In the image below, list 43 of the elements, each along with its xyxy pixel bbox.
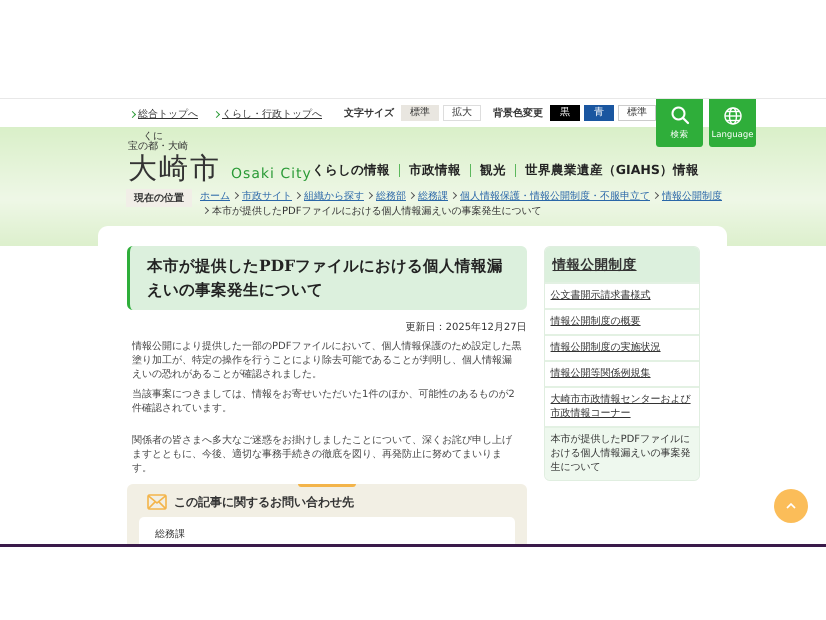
article-paragraph: 関係者の皆さまへ多大なご迷惑をお掛けしましたことについて、深くお詫び申し上げますとともに、今後、適切な事務手続きの徹底を図り、再発防止に努めてまいります。 <box>132 434 513 476</box>
text-size-label: 文字サイズ <box>344 106 394 120</box>
breadcrumb-link[interactable]: 総務課 <box>418 188 448 203</box>
breadcrumb-link[interactable]: 総務部 <box>376 188 406 203</box>
sidebar-title[interactable]: 情報公開制度 <box>544 246 699 282</box>
article-paragraph: 当該事案につきましては、情報をお寄せいただいた1件のほか、可能性のあるものが2件確認されています。 <box>132 388 516 416</box>
site-logo-roman: Osaki City <box>231 166 312 182</box>
article-paragraph: 情報公開により提供した一部のPDFファイルにおいて、個人情報保護のため設定した黒塗り加工が、特定の操作を行うことにより除去可能であることが判明し、個人情報漏えいの恐れがあることが確認されました。 <box>132 340 522 382</box>
sidebar-item[interactable]: 情報公開制度の実施状況 <box>544 334 699 360</box>
updated-date: 更新日：2025年12月27日 <box>404 320 527 334</box>
breadcrumb-link[interactable]: ホーム <box>200 188 230 203</box>
top-link[interactable]: くらし・行政トップへ <box>214 107 322 121</box>
nav-link[interactable]: 世界農業遺産（GIAHS）情報 <box>524 162 699 179</box>
sidebar-item[interactable]: 公文書開示請求書様式 <box>544 282 699 308</box>
breadcrumb-link[interactable]: 情報公開制度 <box>662 188 722 203</box>
nav-link[interactable]: 観光 <box>480 162 506 179</box>
top-link[interactable]: 総合トップへ <box>130 107 198 121</box>
department-name: 総務課 <box>155 528 185 540</box>
globe-icon <box>722 106 742 126</box>
article-title: 本市が提供したPDFファイルにおける個人情報漏えいの事案発生について <box>127 246 527 310</box>
site-logo-name[interactable]: 大崎市 <box>128 153 221 185</box>
breadcrumb-label: 現在の位置 <box>126 188 192 207</box>
background-color-label: 背景色変更 <box>493 106 543 120</box>
nav-link[interactable]: 市政情報 <box>408 162 461 179</box>
caret-up-icon <box>786 502 796 509</box>
breadcrumb-link[interactable]: 組織から探す <box>304 188 364 203</box>
background-color-button[interactable]: 青 <box>584 105 614 121</box>
search-icon <box>670 105 690 125</box>
sidebar-item[interactable]: 情報公開制度の概要 <box>544 308 699 334</box>
sidebar-item[interactable]: 情報公開等関係例規集 <box>544 360 699 386</box>
text-size-button[interactable]: 拡大 <box>443 105 481 121</box>
breadcrumb-link[interactable]: 個人情報保護・情報公開制度・不服申立て <box>460 188 650 203</box>
sidebar-item[interactable]: 本市が提供したPDFファイルにおける個人情報漏えいの事案発生について <box>544 426 699 480</box>
breadcrumb-link[interactable]: 市政サイト <box>242 188 292 203</box>
breadcrumb-current: 本市が提供したPDFファイルにおける個人情報漏えいの事案発生について <box>212 204 542 218</box>
contact-heading: この記事に関するお問い合わせ先 <box>174 494 354 511</box>
background-color-button[interactable]: 黒 <box>550 105 580 121</box>
envelope-icon <box>147 494 167 510</box>
nav-link[interactable]: くらしの情報 <box>312 162 390 179</box>
text-size-button[interactable]: 標準 <box>401 105 439 121</box>
page-top-button[interactable] <box>774 488 808 523</box>
background-color-button[interactable]: 標準 <box>618 105 656 121</box>
site-tagline: 宝の都 くに ・大崎 <box>128 131 189 153</box>
